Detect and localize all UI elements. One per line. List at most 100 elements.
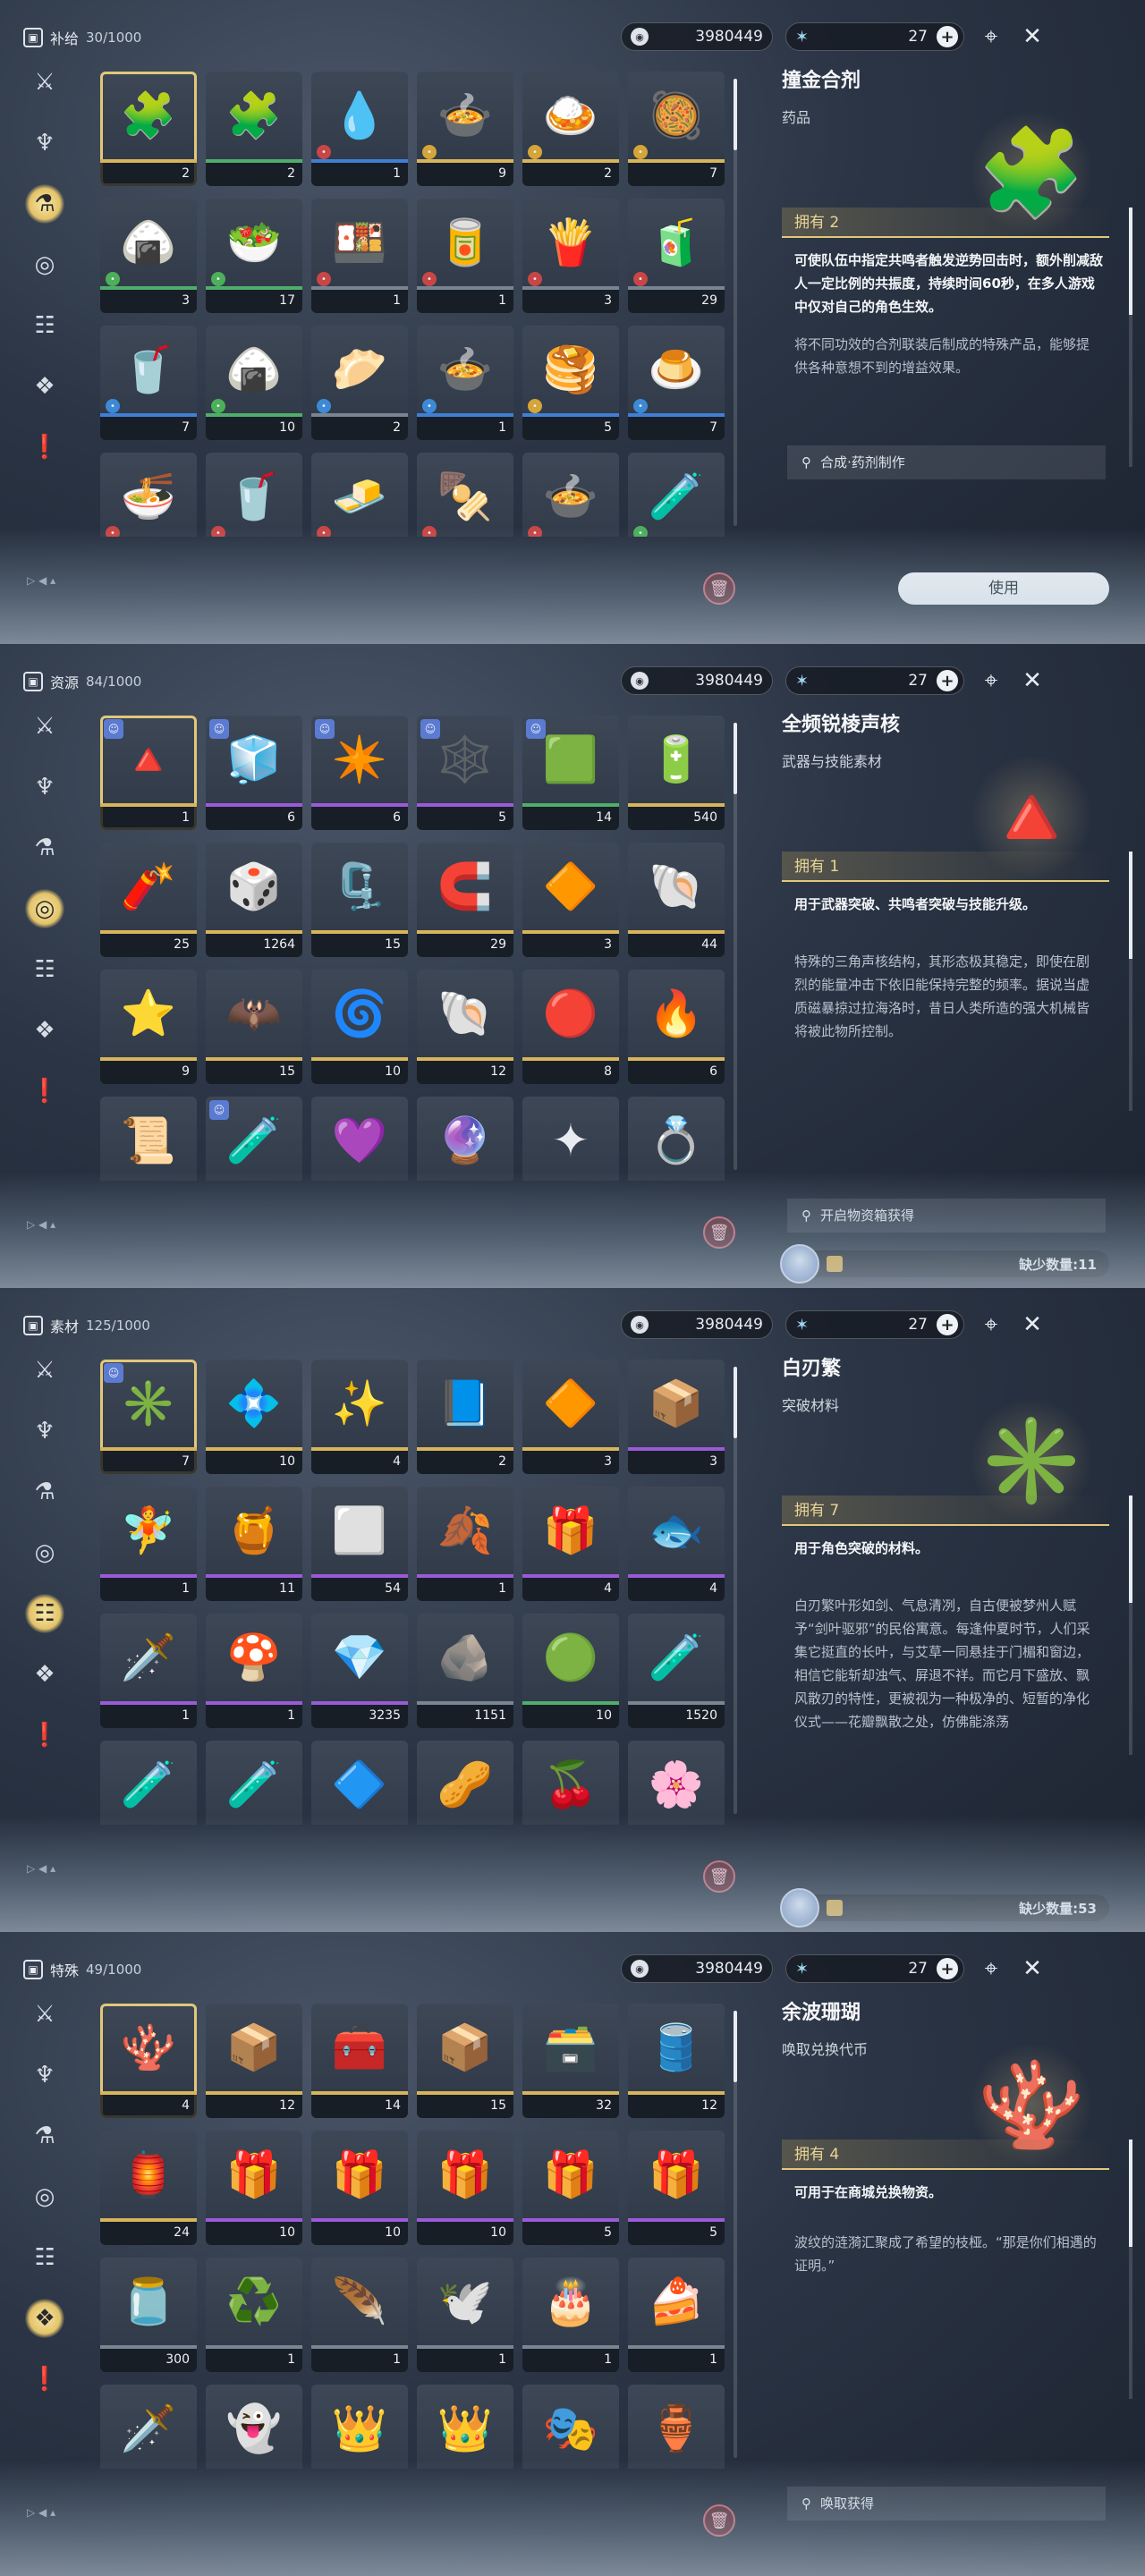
item-slot[interactable]: 🟩 ☺ 14 [522, 716, 619, 830]
item-slot[interactable]: 🔶 3 [522, 1360, 619, 1474]
item-slot[interactable]: 🥟 • 2 [311, 326, 408, 440]
trash-icon[interactable]: 🗑 [703, 1216, 735, 1249]
item-slot[interactable]: 🏮 24 [100, 2131, 197, 2245]
item-slot[interactable]: ✳️ ☺ 7 [100, 1360, 197, 1474]
scroll-thumb[interactable] [1129, 208, 1132, 315]
sort-toggle-icon[interactable]: ▷ ◀ ▴ [27, 2506, 55, 2519]
item-slot[interactable]: 👑 [311, 2385, 408, 2469]
resource-tab-icon[interactable]: ◎ [25, 1533, 64, 1572]
currency-display[interactable]: ◉ 3980449 [621, 1954, 773, 1983]
item-slot[interactable]: 🧨 25 [100, 843, 197, 957]
scroll-thumb[interactable] [734, 79, 737, 150]
add-stamina-button[interactable]: + [937, 26, 958, 47]
add-stamina-button[interactable]: + [937, 1958, 958, 1979]
target-icon[interactable]: ⌖ [977, 22, 1005, 51]
supply-tab-icon[interactable]: ⚗ [25, 184, 64, 224]
item-slot[interactable]: 📘 2 [417, 1360, 513, 1474]
item-slot[interactable]: 🥗 • 17 [206, 199, 302, 313]
resource-tab-icon[interactable]: ◎ [25, 2177, 64, 2216]
scroll-thumb[interactable] [1129, 2140, 1132, 2247]
quest-item-tab-icon[interactable]: ❗ [25, 1072, 64, 1111]
item-slot[interactable]: ✦ [522, 1097, 619, 1181]
item-slot[interactable]: 🎁 4 [522, 1487, 619, 1601]
currency-display[interactable]: ◉ 3980449 [621, 22, 773, 51]
item-slot[interactable]: 🛢️ 12 [628, 2004, 725, 2118]
item-slot[interactable]: 📦 3 [628, 1360, 725, 1474]
item-slot[interactable]: 🧪 [100, 1741, 197, 1825]
stamina-display[interactable]: ✶ 27 + [785, 1310, 964, 1339]
close-icon[interactable]: ✕ [1018, 666, 1047, 695]
item-slot[interactable]: 🍂 1 [417, 1487, 513, 1601]
item-slot[interactable]: 🥫 • 1 [417, 199, 513, 313]
item-slot[interactable]: 🎲 1264 [206, 843, 302, 957]
acquire-source[interactable]: ⚲ 开启物资箱获得 [787, 1199, 1106, 1233]
acquire-source[interactable]: ⚲ 唤取获得 [787, 2487, 1106, 2521]
supply-tab-icon[interactable]: ⚗ [25, 2116, 64, 2156]
quest-item-tab-icon[interactable]: ❗ [25, 1716, 64, 1755]
item-slot[interactable]: 🎁 10 [206, 2131, 302, 2245]
special-tab-icon[interactable]: ❖ [25, 2299, 64, 2338]
add-stamina-button[interactable]: + [937, 670, 958, 691]
item-slot[interactable]: 🐚 12 [417, 970, 513, 1084]
item-slot[interactable]: 🍛 • 2 [522, 72, 619, 186]
item-slot[interactable]: 🍱 • 1 [311, 199, 408, 313]
item-slot[interactable]: 🔮 [417, 1097, 513, 1181]
item-slot[interactable]: 🗡️ [100, 2385, 197, 2469]
item-slot[interactable]: 🍮 • 7 [628, 326, 725, 440]
item-slot[interactable]: 🥤 • 7 [100, 326, 197, 440]
grid-scrollbar[interactable] [734, 2011, 737, 2458]
currency-display[interactable]: ◉ 3980449 [621, 1310, 773, 1339]
material-tab-icon[interactable]: ☷ [25, 306, 64, 345]
item-slot[interactable]: 🐚 44 [628, 843, 725, 957]
item-slot[interactable]: 🍢 • [417, 453, 513, 537]
item-slot[interactable]: 🗜️ 15 [311, 843, 408, 957]
target-icon[interactable]: ⌖ [977, 666, 1005, 695]
item-slot[interactable]: 🧚 1 [100, 1487, 197, 1601]
item-slot[interactable]: ♻️ 1 [206, 2258, 302, 2372]
target-icon[interactable]: ⌖ [977, 1954, 1005, 1983]
item-slot[interactable]: 💎 3235 [311, 1614, 408, 1728]
item-slot[interactable]: 🍙 • 10 [206, 326, 302, 440]
quest-item-tab-icon[interactable]: ❗ [25, 428, 64, 467]
item-slot[interactable]: 🎁 5 [522, 2131, 619, 2245]
trash-icon[interactable]: 🗑 [703, 572, 735, 605]
scroll-thumb[interactable] [734, 2011, 737, 2082]
grid-scrollbar[interactable] [734, 79, 737, 526]
item-slot[interactable]: 🏺 [628, 2385, 725, 2469]
material-tab-icon[interactable]: ☷ [25, 2238, 64, 2277]
item-slot[interactable]: 📦 15 [417, 2004, 513, 2118]
item-slot[interactable]: 🔷 [311, 1741, 408, 1825]
item-slot[interactable]: 🔴 8 [522, 970, 619, 1084]
item-slot[interactable]: 👑 [417, 2385, 513, 2469]
item-slot[interactable]: 🧩 2 [100, 72, 197, 186]
trash-icon[interactable]: 🗑 [703, 2504, 735, 2537]
weapon-tab-icon[interactable]: ⚔ [25, 63, 64, 102]
detail-scrollbar[interactable] [1129, 2140, 1132, 2399]
currency-display[interactable]: ◉ 3980449 [621, 666, 773, 695]
material-tab-icon[interactable]: ☷ [25, 1594, 64, 1633]
item-slot[interactable]: 🍲 • [522, 453, 619, 537]
item-slot[interactable]: 🧩 2 [206, 72, 302, 186]
item-slot[interactable]: 🪶 1 [311, 2258, 408, 2372]
resource-tab-icon[interactable]: ◎ [25, 889, 64, 928]
weapon-tab-icon[interactable]: ⚔ [25, 1351, 64, 1390]
stamina-display[interactable]: ✶ 27 + [785, 22, 964, 51]
item-slot[interactable]: 🧪 [206, 1741, 302, 1825]
material-tab-icon[interactable]: ☷ [25, 950, 64, 989]
detail-scrollbar[interactable] [1129, 208, 1132, 467]
weapon-tab-icon[interactable]: ⚔ [25, 707, 64, 746]
detail-scrollbar[interactable] [1129, 1496, 1132, 1755]
item-slot[interactable]: 🥤 • [206, 453, 302, 537]
item-slot[interactable]: 🍲 • 1 [417, 326, 513, 440]
item-slot[interactable]: 💍 [628, 1097, 725, 1181]
sort-toggle-icon[interactable]: ▷ ◀ ▴ [27, 574, 55, 587]
item-slot[interactable]: 🗃️ 32 [522, 2004, 619, 2118]
item-slot[interactable]: 🧈 • [311, 453, 408, 537]
echo-tab-icon[interactable]: ♆ [25, 123, 64, 163]
item-slot[interactable]: ⭐ 9 [100, 970, 197, 1084]
item-slot[interactable]: 🎂 1 [522, 2258, 619, 2372]
scroll-thumb[interactable] [734, 1367, 737, 1438]
item-slot[interactable]: 🍒 [522, 1741, 619, 1825]
item-slot[interactable]: 👻 [206, 2385, 302, 2469]
acquire-source[interactable]: ⚲ 合成·药剂制作 [787, 445, 1106, 479]
